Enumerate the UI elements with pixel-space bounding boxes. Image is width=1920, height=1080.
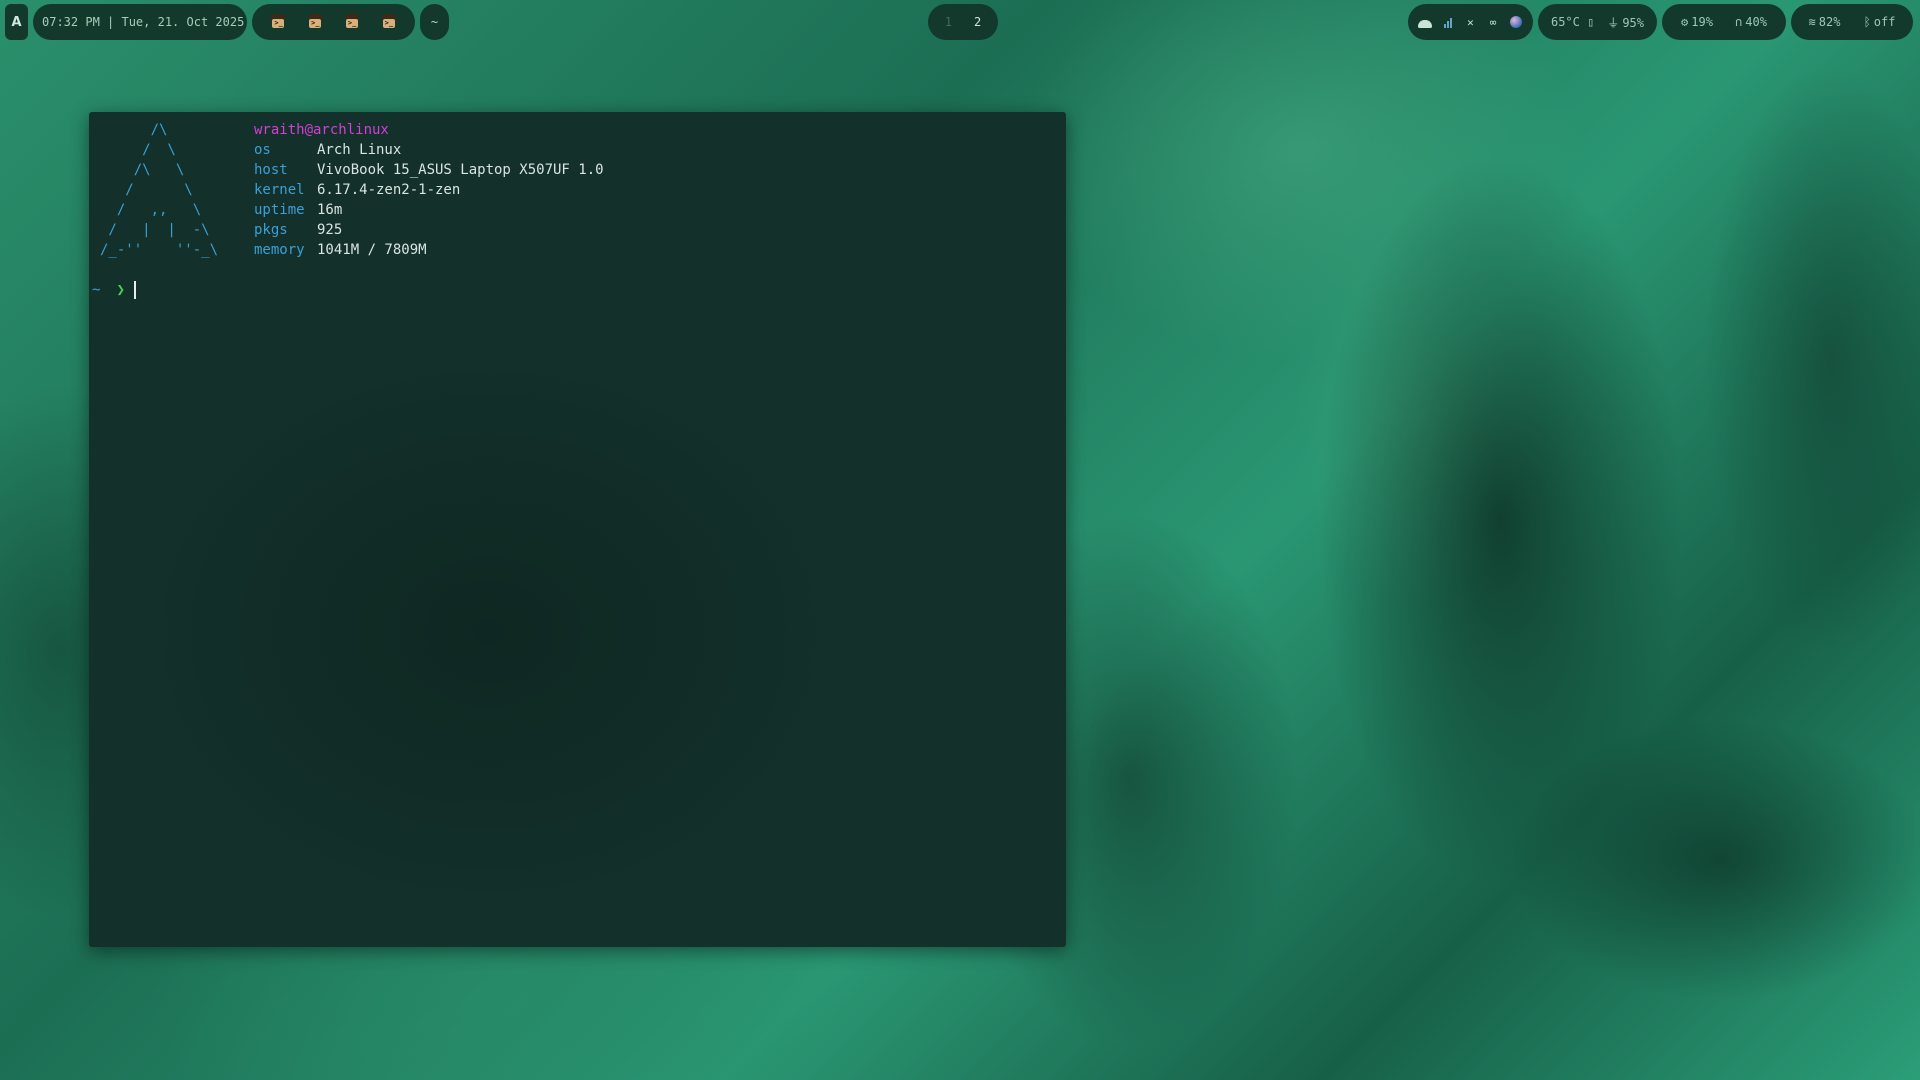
signal-bars-icon[interactable] (1441, 15, 1455, 29)
terminal-window[interactable]: /\ / \ /\ \ / \ / ,, \ / | | -\ /_-'' ''… (89, 112, 1066, 947)
terminal-app-icon[interactable]: >_ (269, 14, 287, 30)
terminal-app-icon[interactable]: >_ (343, 14, 361, 30)
workspace-1-button[interactable]: 1 (945, 15, 952, 29)
volume-text[interactable]: ∩ 40% (1735, 15, 1767, 29)
temperature-text: 65°C ▯ (1550, 15, 1595, 29)
terminal-app-icon[interactable]: >_ (380, 14, 398, 30)
plug-icon: ⏚ (1607, 15, 1620, 30)
window-title-widget[interactable]: ~ (420, 4, 449, 40)
fetch-info: wraith@archlinux os Arch Linux host VivoBo… (254, 120, 604, 260)
prompt-directory: ~ (92, 282, 101, 298)
arch-logo-icon: A (11, 14, 22, 30)
user-host-label: wraith@archlinux (254, 122, 389, 138)
wifi-icon: ≋ (1808, 15, 1816, 29)
taskbar-apps: >_ >_ >_ >_ (252, 4, 415, 40)
info-row-memory: memory 1041M / 7809M (254, 242, 427, 258)
arch-launcher-button[interactable]: A (5, 4, 28, 40)
info-row-pkgs: pkgs 925 (254, 222, 343, 238)
tools-icon[interactable]: ✕ (1463, 15, 1477, 29)
top-bar: A 07:32 PM | Tue, 21. Oct 2025 >_ >_ >_ … (0, 4, 1920, 41)
cpu-text: ⚙ 19% (1681, 15, 1713, 29)
prompt-arrow-icon: ❯ (116, 282, 125, 298)
globe-icon[interactable] (1509, 15, 1523, 29)
workspace-2-button[interactable]: 2 (974, 15, 981, 29)
cpu-volume-widget[interactable]: ⚙ 19% ∩ 40% (1662, 4, 1786, 40)
system-tray: ✕ ∞ (1408, 4, 1533, 40)
workspace-switcher: 1 2 (928, 4, 998, 40)
headphones-icon: ∩ (1735, 15, 1743, 29)
info-row-os: os Arch Linux (254, 142, 402, 158)
text-cursor (133, 281, 136, 299)
network-bluetooth-widget[interactable]: ≋ 82% ᛒ off (1791, 4, 1913, 40)
terminal-app-icon[interactable]: >_ (306, 14, 324, 30)
bluetooth-text[interactable]: ᛒ off (1864, 15, 1896, 29)
battery-text: ⏚ 95% (1607, 15, 1644, 30)
clock-widget[interactable]: 07:32 PM | Tue, 21. Oct 2025 (33, 4, 247, 40)
bluetooth-icon: ᛒ (1863, 15, 1871, 29)
info-row-uptime: uptime 16m (254, 202, 343, 218)
shell-prompt[interactable]: ~ ❯ (92, 280, 136, 300)
info-row-host: host VivoBook 15_ASUS Laptop X507UF 1.0 (254, 162, 604, 178)
clock-text: 07:32 PM | Tue, 21. Oct 2025 (42, 15, 245, 29)
cloud-icon[interactable] (1418, 15, 1433, 29)
info-row-kernel: kernel 6.17.4-zen2-1-zen (254, 182, 461, 198)
arch-ascii-logo: /\ / \ /\ \ / \ / ,, \ / | | -\ /_-'' ''… (100, 122, 219, 258)
infinity-icon[interactable]: ∞ (1486, 15, 1500, 29)
window-title-text: ~ (430, 15, 439, 29)
thermometer-icon: ▯ (1587, 15, 1595, 29)
cpu-icon: ⚙ (1681, 15, 1689, 29)
wifi-text[interactable]: ≋ 82% (1809, 15, 1841, 29)
temperature-battery-widget[interactable]: 65°C ▯ ⏚ 95% (1538, 4, 1657, 40)
